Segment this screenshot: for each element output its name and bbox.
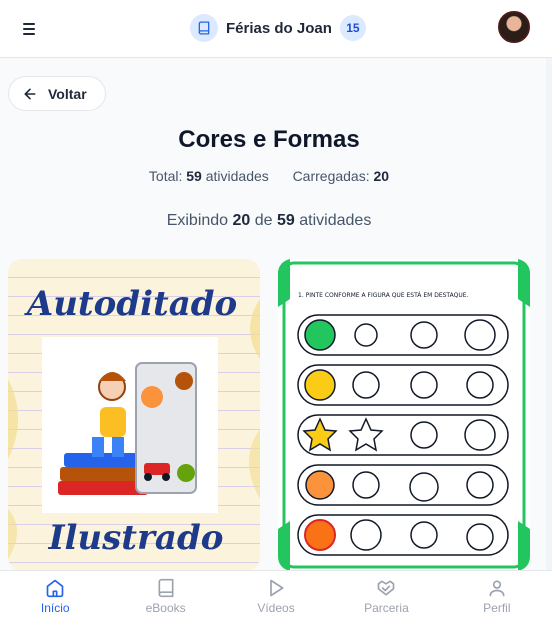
user-icon [489, 580, 505, 597]
app-title: Férias do Joan [226, 19, 332, 37]
nav-label: Parceria [364, 601, 409, 615]
card-cover-illustration: Autoditado Ilustrado [8, 284, 260, 559]
loaded-label: Carregadas: [292, 168, 370, 184]
nav-label: Perfil [483, 601, 511, 615]
nav-videos[interactable]: Vídeos [221, 571, 331, 622]
nav-perfil[interactable]: Perfil [442, 571, 552, 622]
page-title: Cores e Formas [178, 126, 360, 153]
showing-total: 59 [277, 212, 295, 229]
nav-parceria[interactable]: Parceria [331, 571, 441, 622]
top-bar: Férias do Joan 15 [0, 0, 552, 58]
book-icon [190, 14, 218, 42]
handshake-icon [378, 580, 395, 596]
showing-prefix: Exibindo [166, 212, 229, 229]
nav-label: Vídeos [257, 601, 295, 615]
nav-inicio[interactable]: Início [0, 571, 110, 622]
stats-line: Total: 59 atividades Carregadas: 20 [0, 168, 538, 184]
activity-card[interactable]: 1. PINTE CONFORME A FIGURA QUE ESTÁ EM D… [278, 259, 530, 571]
showing-line: Exibindo 20 de 59 atividades [0, 212, 538, 230]
book-icon [158, 578, 174, 598]
avatar[interactable] [498, 11, 530, 43]
back-button[interactable]: Voltar [8, 76, 106, 111]
total-suffix: atividades [205, 168, 269, 184]
brand[interactable]: Férias do Joan 15 [190, 13, 366, 43]
worksheet-instruction: 1. PINTE CONFORME A FIGURA QUE ESTÁ EM D… [298, 292, 469, 299]
nav-label: eBooks [145, 601, 186, 615]
showing-mid: de [254, 212, 273, 229]
count-badge: 15 [339, 15, 366, 41]
menu-icon[interactable] [18, 18, 40, 40]
showing-suffix: atividades [299, 212, 372, 229]
nav-ebooks[interactable]: eBooks [110, 571, 220, 622]
scrollbar[interactable] [546, 58, 552, 570]
card-title-1: Autoditado [24, 284, 237, 324]
home-icon [46, 579, 64, 598]
total-label: Total: [148, 168, 183, 184]
nav-label: Início [40, 601, 70, 615]
arrow-left-icon [24, 88, 36, 99]
activity-card[interactable]: Autoditado Ilustrado [8, 259, 260, 571]
total-value: 59 [186, 168, 202, 184]
back-label: Voltar [48, 85, 87, 102]
showing-count: 20 [232, 212, 251, 229]
play-icon [270, 579, 284, 597]
bottom-nav: Início eBooks Vídeos Parceria Perfil [0, 570, 552, 622]
card-title-2: Ilustrado [48, 518, 224, 558]
loaded-value: 20 [373, 168, 390, 184]
worksheet-illustration: 1. PINTE CONFORME A FIGURA QUE ESTÁ EM D… [278, 259, 530, 571]
